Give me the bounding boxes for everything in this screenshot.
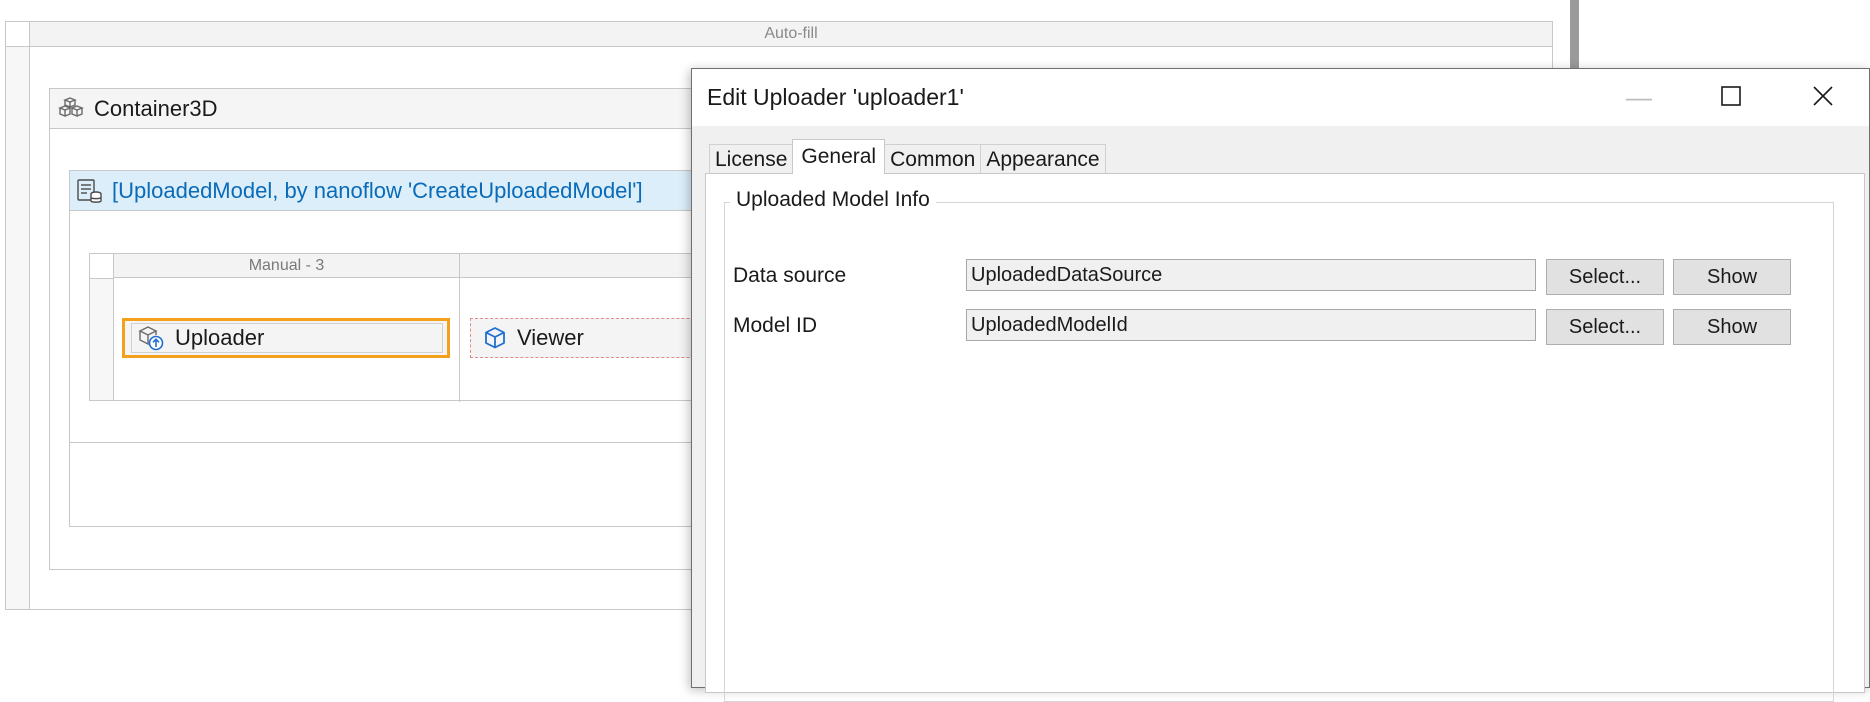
uploader-widget[interactable]: Uploader bbox=[122, 318, 450, 358]
autofill-column-header[interactable]: Auto-fill bbox=[30, 22, 1552, 47]
general-tab-panel: Uploaded Model Info Data source Select..… bbox=[705, 173, 1866, 702]
minimize-button[interactable]: — bbox=[1593, 69, 1685, 126]
model-id-row: Model ID Select... Show bbox=[706, 309, 1866, 345]
layout-grid-column-title[interactable]: Manual - 3 bbox=[114, 254, 459, 278]
tab-common[interactable]: Common bbox=[884, 144, 982, 174]
layout-grid-row-gutter bbox=[90, 254, 114, 400]
maximize-button[interactable] bbox=[1685, 69, 1777, 126]
group-title: Uploaded Model Info bbox=[730, 188, 936, 212]
dataview-label: [UploadedModel, by nanoflow 'CreateUploa… bbox=[112, 177, 643, 203]
container3d-label: Container3D bbox=[94, 95, 218, 121]
dataview-icon bbox=[76, 177, 104, 205]
autofill-corner bbox=[6, 22, 29, 47]
maximize-icon bbox=[1721, 82, 1741, 113]
model-id-field[interactable] bbox=[966, 309, 1536, 341]
data-source-show-button[interactable]: Show bbox=[1673, 259, 1791, 295]
dialog-title: Edit Uploader 'uploader1' bbox=[707, 84, 964, 110]
data-source-label: Data source bbox=[733, 264, 847, 287]
model-id-show-button[interactable]: Show bbox=[1673, 309, 1791, 345]
close-button[interactable] bbox=[1777, 69, 1869, 126]
model-id-select-button[interactable]: Select... bbox=[1546, 309, 1664, 345]
data-source-row: Data source Select... Show bbox=[706, 259, 1866, 295]
model-id-label: Model ID bbox=[733, 314, 818, 337]
dialog-titlebar[interactable]: Edit Uploader 'uploader1' — bbox=[692, 69, 1869, 126]
data-source-select-button[interactable]: Select... bbox=[1546, 259, 1664, 295]
data-source-field[interactable] bbox=[966, 259, 1536, 291]
minimize-icon: — bbox=[1626, 82, 1652, 112]
dialog-tabs: License General Common Appearance bbox=[709, 139, 1106, 174]
uploader-icon bbox=[137, 324, 165, 352]
uploader-label: Uploader bbox=[175, 325, 265, 350]
layout-grid-column-divider bbox=[459, 254, 460, 402]
layout-grid-corner bbox=[90, 254, 113, 279]
tab-license[interactable]: License bbox=[709, 144, 794, 174]
viewer-label: Viewer bbox=[517, 325, 584, 350]
autofill-row-gutter bbox=[6, 22, 30, 609]
tab-appearance[interactable]: Appearance bbox=[980, 144, 1106, 174]
cube-icon bbox=[483, 326, 507, 350]
edit-uploader-dialog[interactable]: Edit Uploader 'uploader1' — License Gene… bbox=[691, 68, 1870, 702]
close-icon bbox=[1813, 82, 1833, 113]
tab-general[interactable]: General bbox=[792, 139, 886, 174]
container-3d-icon bbox=[58, 96, 84, 121]
